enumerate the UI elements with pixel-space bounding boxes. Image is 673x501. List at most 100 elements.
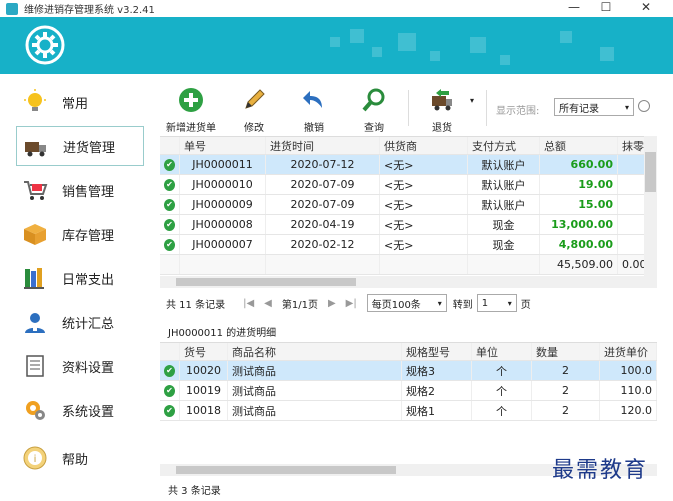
- table-row[interactable]: ✔ 10019 测试商品 规格2 个 2 110.0: [160, 381, 657, 401]
- order-number: JH0000011: [180, 155, 266, 174]
- row-selector[interactable]: ✔: [160, 155, 180, 174]
- summary-cell: [180, 255, 266, 274]
- sidebar-item-purchase[interactable]: 进货管理: [16, 126, 144, 166]
- summary-cell: [266, 255, 380, 274]
- header-banner: [0, 17, 673, 74]
- item-qty: 2: [532, 401, 600, 420]
- column-header[interactable]: 商品名称: [228, 343, 402, 360]
- column-header[interactable]: 单号: [180, 137, 266, 154]
- row-selector[interactable]: ✔: [160, 175, 180, 194]
- minimize-button[interactable]: —: [560, 0, 588, 17]
- query-button[interactable]: 查询: [354, 82, 394, 134]
- bulb-icon: [24, 89, 46, 111]
- first-page-icon[interactable]: |◀: [243, 298, 254, 309]
- item-unit: 个: [472, 401, 532, 420]
- revoke-button[interactable]: 撤销: [294, 82, 334, 134]
- sidebar-item-label: 库存管理: [62, 228, 115, 244]
- column-header[interactable]: 进货时间: [266, 137, 380, 154]
- orders-vertical-scrollbar[interactable]: [644, 136, 657, 276]
- row-selector[interactable]: ✔: [160, 361, 180, 380]
- maximize-button[interactable]: ☐: [592, 0, 620, 17]
- new-purchase-button[interactable]: 新增进货单: [162, 82, 220, 134]
- order-total: 13,000.00: [540, 215, 618, 234]
- table-row[interactable]: ✔ 10020 测试商品 规格3 个 2 100.0: [160, 361, 657, 381]
- summary-cell: [380, 255, 468, 274]
- truck-icon: [25, 142, 46, 157]
- sidebar-item-system-settings[interactable]: 系统设置: [16, 390, 144, 430]
- sidebar-item-expenses[interactable]: 日常支出: [16, 258, 144, 298]
- item-spec: 规格3: [402, 361, 472, 380]
- orders-summary-row: 45,509.00 0.00: [160, 255, 657, 275]
- column-header[interactable]: 单位: [472, 343, 532, 360]
- order-date: 2020-07-09: [266, 195, 380, 214]
- edit-label: 修改: [244, 123, 264, 134]
- row-selector[interactable]: ✔: [160, 195, 180, 214]
- order-date: 2020-04-19: [266, 215, 380, 234]
- column-header[interactable]: 支付方式: [468, 137, 540, 154]
- sidebar-item-inventory[interactable]: 库存管理: [16, 214, 144, 254]
- sidebar-item-sales[interactable]: 销售管理: [16, 170, 144, 210]
- help-icon: i: [23, 446, 47, 470]
- column-header[interactable]: 总额: [540, 137, 618, 154]
- orders-horizontal-scrollbar[interactable]: [160, 276, 657, 288]
- last-page-icon[interactable]: ▶|: [346, 298, 357, 309]
- return-label: 退货: [432, 123, 452, 134]
- row-selector[interactable]: ✔: [160, 235, 180, 254]
- chevron-down-icon: ▾: [624, 102, 629, 112]
- range-select-value: 所有记录: [559, 103, 599, 115]
- return-button[interactable]: 退货: [422, 82, 462, 134]
- box-icon: [24, 224, 46, 245]
- detail-title: JH0000011 的进货明细: [168, 328, 277, 339]
- row-selector[interactable]: ✔: [160, 401, 180, 420]
- item-code: 10020: [180, 361, 228, 380]
- check-circle-icon: ✔: [164, 158, 175, 171]
- sidebar-item-common[interactable]: 常用: [16, 82, 144, 122]
- sidebar-item-data-settings[interactable]: 资料设置: [16, 346, 144, 386]
- item-name: 测试商品: [228, 361, 402, 380]
- app-icon: [6, 2, 18, 15]
- sidebar-item-statistics[interactable]: 统计汇总: [16, 302, 144, 342]
- close-button[interactable]: ✕: [632, 0, 660, 17]
- table-row[interactable]: ✔ JH0000010 2020-07-09 <无> 默认账户 19.00: [160, 175, 657, 195]
- orders-pager: 共 11 条记录 |◀ ◀ 第1/1页 ▶ ▶| 每页100条 ▾ 转到 1 ▾…: [166, 294, 566, 312]
- radio-option[interactable]: [638, 100, 650, 112]
- row-selector[interactable]: ✔: [160, 215, 180, 234]
- table-row[interactable]: ✔ JH0000009 2020-07-09 <无> 默认账户 15.00: [160, 195, 657, 215]
- main-panel: 新增进货单 修改 撤销 查询 退货 ▾ 显示范围: 所有记录 ▾ 单号 进货时间…: [160, 82, 665, 501]
- column-header[interactable]: 进货单价: [600, 343, 657, 360]
- column-header[interactable]: 供货商: [380, 137, 468, 154]
- query-label: 查询: [364, 123, 384, 134]
- table-row[interactable]: ✔ JH0000011 2020-07-12 <无> 默认账户 660.00: [160, 155, 657, 175]
- goto-page-select[interactable]: 1 ▾: [476, 294, 517, 312]
- sum-total: 45,509.00: [540, 255, 618, 274]
- edit-button[interactable]: 修改: [234, 82, 274, 134]
- gear-logo-icon: [25, 25, 65, 65]
- order-payment: 现金: [468, 215, 540, 234]
- table-row[interactable]: ✔ 10018 测试商品 规格1 个 2 120.0: [160, 401, 657, 421]
- order-total: 660.00: [540, 155, 618, 174]
- goto-label: 转到: [452, 299, 473, 311]
- prev-page-icon[interactable]: ◀: [264, 298, 272, 309]
- column-header[interactable]: 货号: [180, 343, 228, 360]
- next-page-icon[interactable]: ▶: [328, 298, 336, 309]
- range-select[interactable]: 所有记录 ▾: [554, 98, 634, 116]
- check-circle-icon: ✔: [164, 364, 175, 377]
- table-row[interactable]: ✔ JH0000007 2020-02-12 <无> 现金 4,800.00: [160, 235, 657, 255]
- order-supplier: <无>: [380, 175, 468, 194]
- per-page-select[interactable]: 每页100条 ▾: [366, 294, 447, 312]
- column-header[interactable]: 数量: [532, 343, 600, 360]
- cart-icon: [24, 181, 48, 200]
- column-header[interactable]: 规格型号: [402, 343, 472, 360]
- item-qty: 2: [532, 361, 600, 380]
- sidebar-item-help[interactable]: i 帮助: [16, 438, 144, 478]
- title-bar: 维修进销存管理系统 v3.2.41 — ☐ ✕: [0, 0, 673, 17]
- table-row[interactable]: ✔ JH0000008 2020-04-19 <无> 现金 13,000.00: [160, 215, 657, 235]
- revoke-label: 撤销: [304, 123, 324, 134]
- row-selector[interactable]: ✔: [160, 381, 180, 400]
- item-unit: 个: [472, 381, 532, 400]
- item-price: 100.0: [600, 361, 657, 380]
- item-spec: 规格2: [402, 381, 472, 400]
- order-date: 2020-07-09: [266, 175, 380, 194]
- orders-header-row: 单号 进货时间 供货商 支付方式 总额 抹零: [160, 137, 657, 155]
- order-number: JH0000009: [180, 195, 266, 214]
